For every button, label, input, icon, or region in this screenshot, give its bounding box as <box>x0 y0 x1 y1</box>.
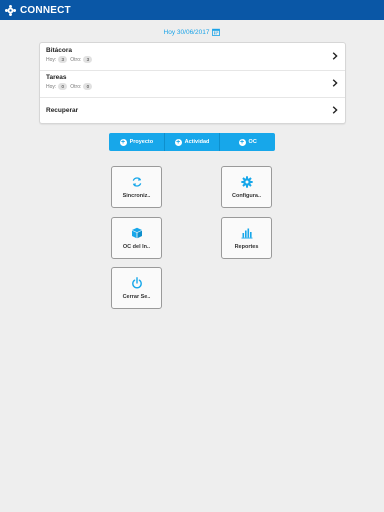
hoy-count-badge: 0 <box>58 83 68 90</box>
chevron-right-icon <box>332 79 338 87</box>
add-actividad-button[interactable]: + Actividad <box>164 133 221 151</box>
app-title: CONNECT <box>20 4 71 16</box>
reportes-tile[interactable]: Reportes <box>221 217 272 259</box>
calendar-icon[interactable] <box>212 28 221 36</box>
tile-label: Reportes <box>234 244 259 250</box>
hoy-label: Hoy: <box>46 56 57 63</box>
sincronizar-tile[interactable]: Sincroniz.. <box>111 166 162 208</box>
gear-icon <box>240 176 253 188</box>
hoy-count-badge: 3 <box>58 56 68 63</box>
row-title: Recuperar <box>46 107 79 114</box>
tile-label: Cerrar Se.. <box>122 294 151 300</box>
sync-icon <box>132 177 141 187</box>
row-counts: Hoy: 0 Otro: 0 <box>46 83 95 90</box>
app-header: CONNECT <box>0 0 384 20</box>
row-title: Bitácora <box>46 47 73 54</box>
chevron-right-icon <box>332 106 338 114</box>
plus-circle-icon: + <box>119 138 127 146</box>
gear-logo-icon <box>5 4 16 16</box>
row-title: Tareas <box>46 74 67 81</box>
plus-circle-icon: + <box>238 138 246 146</box>
tile-label: Configura.. <box>231 193 262 199</box>
otros-label: Otro: <box>70 56 82 63</box>
button-label: OC <box>248 139 257 145</box>
bar-chart-icon <box>241 228 252 239</box>
chevron-right-icon <box>332 52 338 60</box>
button-label: Actividad <box>184 139 210 145</box>
box-icon <box>131 227 142 239</box>
otros-count-badge: 0 <box>83 83 93 90</box>
add-oc-button[interactable]: + OC <box>220 133 275 151</box>
add-actions-bar: + Proyecto + Actividad + OC <box>109 133 275 151</box>
hoy-label: Hoy: <box>46 83 57 90</box>
cerrar-sesion-tile[interactable]: Cerrar Se.. <box>111 267 162 309</box>
otros-label: Otro: <box>70 83 82 90</box>
summary-row-recuperar[interactable]: Recuperar <box>40 97 345 124</box>
tile-label: OC del In.. <box>122 244 151 250</box>
configuracion-tile[interactable]: Configura.. <box>221 166 272 208</box>
otros-count-badge: 3 <box>83 56 93 63</box>
date-selector[interactable]: Hoy 30/06/2017 <box>0 26 384 38</box>
row-counts: Hoy: 3 Otro: 3 <box>46 56 95 63</box>
power-icon <box>131 277 142 289</box>
date-text: Hoy 30/06/2017 <box>163 28 210 36</box>
summary-row-bitacora[interactable]: Bitácora Hoy: 3 Otro: 3 <box>40 43 345 71</box>
add-proyecto-button[interactable]: + Proyecto <box>109 133 165 151</box>
summary-card: Bitácora Hoy: 3 Otro: 3 Tareas Hoy: 0 Ot… <box>39 42 346 124</box>
summary-row-tareas[interactable]: Tareas Hoy: 0 Otro: 0 <box>40 70 345 98</box>
button-label: Proyecto <box>129 139 154 145</box>
tile-label: Sincroniz.. <box>122 193 151 199</box>
plus-circle-icon: + <box>174 138 182 146</box>
oc-inventario-tile[interactable]: OC del In.. <box>111 217 162 259</box>
